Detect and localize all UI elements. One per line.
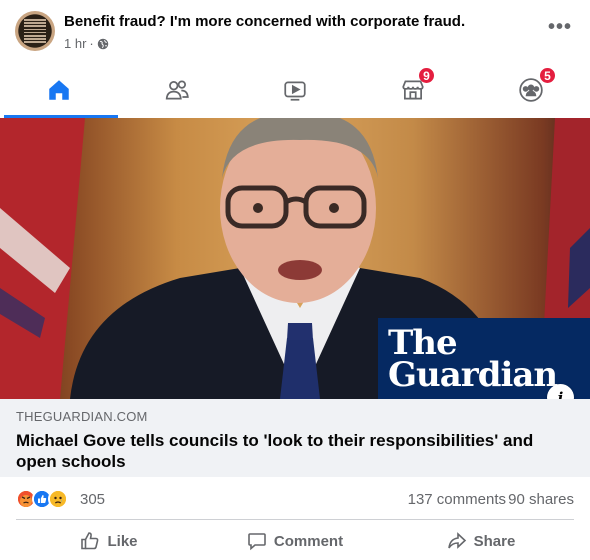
comment-label: Comment	[273, 532, 344, 550]
more-icon: •••	[548, 16, 573, 38]
reaction-count[interactable]: 305	[80, 491, 105, 508]
sad-icon	[48, 489, 68, 509]
link-headline: Michael Gove tells councils to 'look to …	[16, 431, 534, 471]
share-button[interactable]: Share	[388, 522, 574, 560]
shares-count[interactable]: 90 shares	[508, 491, 574, 508]
tab-friends[interactable]	[118, 62, 236, 118]
tab-marketplace[interactable]	[354, 62, 472, 118]
meta-separator: ·	[89, 36, 94, 51]
tab-groups[interactable]: 5	[472, 62, 590, 118]
share-label: Share	[473, 532, 516, 550]
reactions-row: 305 137 comments 90 shares	[0, 484, 590, 514]
tab-home[interactable]	[0, 62, 118, 118]
reaction-icons[interactable]	[16, 489, 68, 509]
groups-badge: 5	[538, 66, 557, 85]
tab-watch[interactable]: 9	[236, 62, 436, 118]
thumbs-up-icon	[81, 532, 99, 550]
link-preview-image[interactable]: The Guardian	[0, 118, 590, 399]
home-icon	[49, 80, 69, 100]
marketplace-icon	[402, 80, 424, 100]
comment-button[interactable]: Comment	[202, 522, 388, 560]
share-icon	[447, 532, 466, 549]
avatar[interactable]	[15, 11, 55, 51]
post-header: Benefit fraud? I'm more concerned with c…	[0, 0, 590, 62]
watch-icon	[284, 81, 306, 101]
like-button[interactable]: Like	[16, 522, 202, 560]
avatar-text-image	[24, 19, 46, 43]
link-domain: THEGUARDIAN.COM	[16, 409, 148, 424]
post-title: Benefit fraud? I'm more concerned with c…	[64, 13, 466, 30]
friends-icon	[165, 80, 189, 100]
more-options-button[interactable]: •••	[548, 16, 573, 42]
guardian-logo-line1: The	[388, 322, 458, 363]
like-label: Like	[107, 532, 138, 550]
comments-count[interactable]: 137 comments	[408, 491, 506, 508]
nav-bar: 9 5	[0, 62, 590, 118]
comment-icon	[248, 533, 266, 551]
link-caption[interactable]: THEGUARDIAN.COM Michael Gove tells counc…	[0, 399, 590, 477]
post-meta: 1 hr ·	[64, 36, 109, 51]
divider	[16, 519, 574, 520]
globe-icon	[97, 38, 108, 49]
post-time[interactable]: 1 hr	[64, 36, 86, 51]
action-bar: Like Comment Share	[0, 522, 590, 560]
